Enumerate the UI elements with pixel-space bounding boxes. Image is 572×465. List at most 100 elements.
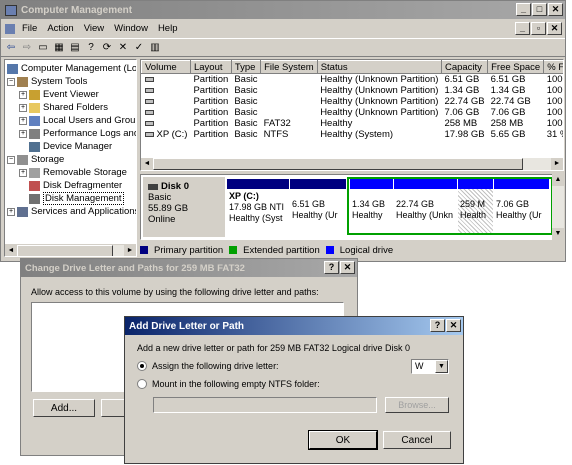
add-button[interactable]: Add... [33, 399, 95, 417]
tree-item-removable-storage[interactable]: + Removable Storage [19, 166, 127, 179]
mount-folder-radio[interactable] [137, 379, 147, 389]
main-titlebar[interactable]: Computer Management _ □ ✕ [1, 1, 565, 19]
tree-item-system-tools[interactable]: − System Tools [7, 75, 87, 88]
help-button[interactable]: ? [430, 319, 445, 332]
dropdown-arrow-icon[interactable]: ▼ [435, 360, 448, 373]
col-free-space[interactable]: Free Space [487, 60, 545, 74]
tree-label: Disk Management [43, 192, 124, 205]
disk-info-block[interactable]: Disk 0 Basic 55.89 GB Online [143, 177, 225, 237]
scroll-right-arrow-icon[interactable]: ► [124, 245, 136, 256]
folder-path-input[interactable] [153, 397, 377, 413]
forward-arrow-icon[interactable]: ⇨ [20, 41, 34, 55]
properties-icon[interactable]: ▤ [68, 41, 82, 55]
scroll-thumb[interactable] [17, 245, 113, 256]
assign-letter-option[interactable]: Assign the following drive letter: [137, 361, 279, 371]
partition-segment[interactable]: 7.06 GB Healthy (Ur [494, 179, 549, 233]
tree-item-device-manager[interactable]: Device Manager [29, 140, 112, 153]
show-hide-tree-icon[interactable]: ▦ [52, 41, 66, 55]
partition-segment[interactable]: 6.51 GB Healthy (Ur [290, 179, 346, 233]
col-type[interactable]: Type [230, 60, 262, 74]
tree-item-event-viewer[interactable]: + Event Viewer [19, 88, 99, 101]
table-row[interactable]: Partition Basic Healthy (Unknown Partition… [142, 85, 563, 96]
partition-segment[interactable]: XP (C:) 17.98 GB NTI Healthy (Syst [227, 179, 289, 233]
volume-horizontal-scrollbar[interactable]: ◄ ► [141, 158, 563, 170]
tree-item-disk-defragmenter[interactable]: Disk Defragmenter [29, 179, 122, 192]
scroll-thumb[interactable] [153, 158, 523, 170]
help-icon[interactable]: ? [84, 41, 98, 55]
close-button[interactable]: ✕ [446, 319, 461, 332]
partition-segment[interactable]: 22.74 GB Healthy (Unkn [394, 179, 457, 233]
menu-window[interactable]: Window [109, 23, 153, 34]
scroll-down-arrow-icon[interactable]: ▼ [552, 228, 564, 240]
collapse-icon[interactable]: − [7, 77, 15, 86]
tree-item-storage[interactable]: − Storage [7, 153, 64, 166]
maximize-button[interactable]: □ [532, 3, 547, 16]
table-cell: 5.65 GB [490, 129, 526, 140]
menu-view[interactable]: View [79, 23, 109, 34]
table-row[interactable]: Partition Basic Healthy (Unknown Partition… [142, 96, 563, 107]
scroll-left-arrow-icon[interactable]: ◄ [5, 245, 17, 256]
tree-item-disk-management[interactable]: Disk Management [29, 192, 124, 205]
tree-root[interactable]: Computer Management (Loc [7, 62, 136, 75]
expand-icon[interactable]: + [7, 207, 15, 216]
browse-button[interactable]: Browse... [385, 397, 449, 413]
tree-horizontal-scrollbar[interactable]: ◄ ► [5, 244, 136, 256]
change-dialog-titlebar[interactable]: Change Drive Letter and Paths for 259 MB… [21, 259, 357, 277]
table-row[interactable]: XP (C:) Partition Basic NTFS Healthy (System… [142, 129, 563, 140]
up-folder-icon[interactable]: ▭ [36, 41, 50, 55]
scroll-right-arrow-icon[interactable]: ► [551, 158, 563, 170]
child-minimize-button[interactable]: _ [515, 22, 530, 35]
expand-icon[interactable]: + [19, 168, 27, 177]
delete-icon[interactable]: ✕ [116, 41, 130, 55]
col-capacity[interactable]: Capacity [440, 60, 489, 74]
expand-icon[interactable]: + [19, 129, 27, 138]
close-button[interactable]: ✕ [548, 3, 563, 16]
tree-item-services-applications[interactable]: + Services and Applications [7, 205, 136, 218]
collapse-icon[interactable]: − [7, 155, 15, 164]
menu-file[interactable]: File [17, 23, 42, 34]
mount-folder-option[interactable]: Mount in the following empty NTFS folder… [137, 379, 320, 389]
col-status[interactable]: Status [316, 60, 442, 74]
table-row[interactable]: Partition Basic Healthy (Unknown Partition… [142, 107, 563, 118]
col-layout[interactable]: Layout [189, 60, 232, 74]
ok-button[interactable]: OK [308, 430, 378, 450]
expand-icon[interactable]: + [19, 103, 27, 112]
col-volume[interactable]: Volume [141, 60, 191, 74]
col-file-system[interactable]: File System [260, 60, 318, 74]
add-dialog-titlebar[interactable]: Add Drive Letter or Path ? ✕ [125, 317, 463, 335]
expand-icon[interactable]: + [19, 116, 27, 125]
tree-item-local-users[interactable]: + Local Users and Group [19, 114, 136, 127]
partition-segment[interactable]: 259 M Health [458, 179, 493, 233]
child-restore-button[interactable]: ▫ [531, 22, 546, 35]
disk-vertical-scrollbar[interactable]: ▲ ▼ [552, 174, 564, 240]
scroll-left-arrow-icon[interactable]: ◄ [141, 158, 153, 170]
table-cell [261, 85, 318, 96]
table-cell: 100 % [546, 107, 563, 118]
table-cell: Partition [193, 85, 229, 96]
back-arrow-icon[interactable]: ⇦ [4, 41, 18, 55]
tree-item-performance-logs[interactable]: + Performance Logs and [19, 127, 136, 140]
table-row[interactable]: Partition Basic FAT32 Healthy 258 MB 258 MB 10… [142, 118, 563, 129]
table-cell: Partition [193, 107, 229, 118]
col-percent-free[interactable]: % Free [543, 60, 563, 74]
event-viewer-icon [29, 89, 40, 100]
checkmark-icon[interactable]: ✓ [132, 41, 146, 55]
scroll-up-arrow-icon[interactable]: ▲ [552, 174, 564, 186]
tree-item-shared-folders[interactable]: + Shared Folders [19, 101, 108, 114]
menu-action[interactable]: Action [42, 23, 78, 34]
child-close-button[interactable]: ✕ [547, 22, 562, 35]
partition-segment[interactable]: 1.34 GB Healthy [350, 179, 393, 233]
export-list-icon[interactable]: ▥ [148, 41, 162, 55]
table-row[interactable]: Partition Basic Healthy (Unknown Partition… [142, 74, 563, 85]
cancel-button[interactable]: Cancel [383, 431, 451, 449]
partition-text: 22.74 GB [396, 199, 435, 209]
expand-icon[interactable]: + [19, 90, 27, 99]
menu-help[interactable]: Help [153, 23, 183, 34]
assign-letter-radio[interactable] [137, 361, 147, 371]
refresh-icon[interactable]: ⟳ [100, 41, 114, 55]
help-button[interactable]: ? [324, 261, 339, 274]
minimize-button[interactable]: _ [516, 3, 531, 16]
drive-letter-select[interactable]: W ▼ [411, 359, 449, 374]
close-button[interactable]: ✕ [340, 261, 355, 274]
partition-color-bar [394, 179, 457, 189]
